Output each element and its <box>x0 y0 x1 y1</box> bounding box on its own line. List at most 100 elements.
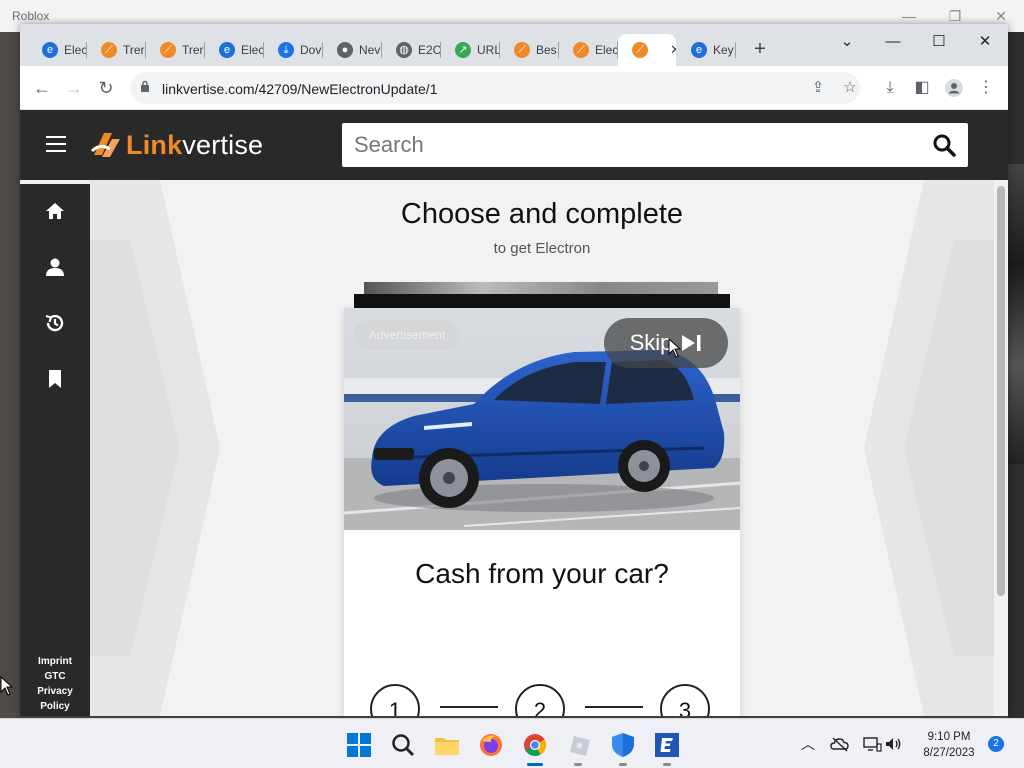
site-header: Link vertise <box>20 110 1008 180</box>
browser-tab[interactable]: ◍ E2C <box>382 34 441 66</box>
minimize-button[interactable]: — <box>870 28 916 56</box>
electron-icon: e <box>219 42 235 58</box>
address-url[interactable]: linkvertise.com/42709/NewElectronUpdate/… <box>162 81 437 97</box>
chrome-icon[interactable] <box>522 732 548 758</box>
browser-tab[interactable]: ⟋ Trer <box>146 34 205 66</box>
tab-search-icon[interactable]: ⌄ <box>824 28 870 56</box>
browser-tab[interactable]: e Elec <box>28 34 87 66</box>
tab-separator <box>735 42 736 58</box>
step-connector <box>585 706 643 708</box>
share-icon[interactable]: ⇪ <box>808 78 828 98</box>
skip-next-icon <box>682 335 701 351</box>
new-tab-button[interactable]: + <box>748 38 772 62</box>
browser-tab[interactable]: ⟋ Elec <box>559 34 618 66</box>
imprint-link[interactable]: Imprint <box>20 654 90 669</box>
gtc-link[interactable]: GTC <box>20 669 90 684</box>
browser-tab[interactable]: ↗ URL <box>441 34 500 66</box>
app-running-indicator <box>663 763 671 766</box>
notification-badge[interactable]: 2 <box>988 736 1004 752</box>
roblox-studio-icon[interactable] <box>566 732 592 758</box>
download-icon[interactable]: ⤓ <box>880 78 900 98</box>
reload-icon[interactable]: ↻ <box>94 76 118 100</box>
step-3[interactable]: 3 <box>660 684 710 716</box>
web-page: Link vertise Search Imprint GTC Privacy … <box>20 110 1008 716</box>
browser-tab[interactable]: ⟋ ✕ <box>618 34 676 66</box>
volume-icon[interactable] <box>884 735 904 753</box>
search-icon[interactable] <box>932 133 956 157</box>
step-connector <box>440 706 498 708</box>
skip-button[interactable]: Skip <box>604 318 728 368</box>
search-icon[interactable] <box>390 732 416 758</box>
step-2[interactable]: 2 <box>515 684 565 716</box>
windows-security-icon[interactable] <box>610 732 636 758</box>
hamburger-menu-icon[interactable] <box>46 136 66 152</box>
network-icon[interactable] <box>862 735 882 753</box>
close-window-button[interactable]: ✕ <box>962 28 1008 56</box>
bookmark-icon[interactable] <box>44 368 66 390</box>
background-game-view <box>1008 32 1024 718</box>
tab-title: Key <box>713 43 734 57</box>
windows-start-icon[interactable] <box>346 732 372 758</box>
browser-tab[interactable]: ⤓ Dov <box>264 34 323 66</box>
linkvertise-logo-icon <box>90 133 120 157</box>
firefox-icon[interactable] <box>478 732 504 758</box>
chrome-active-indicator <box>527 763 543 766</box>
address-bar[interactable]: linkvertise.com/42709/NewElectronUpdate/… <box>130 72 860 104</box>
privacy-link[interactable]: Privacy <box>20 684 90 699</box>
scrollbar-thumb[interactable] <box>997 186 1005 596</box>
linkvertise-logo[interactable]: Link vertise <box>90 128 263 162</box>
browser-tab[interactable]: ⟋ Trer <box>87 34 146 66</box>
site-search <box>342 123 968 167</box>
linkvertise-icon: ⟋ <box>632 42 648 58</box>
side-panel-icon[interactable]: ◧ <box>912 78 932 98</box>
download-icon: ⤓ <box>278 42 294 58</box>
system-clock[interactable]: 9:10 PM 8/27/2023 <box>914 729 984 761</box>
browser-tab[interactable]: e Elec <box>205 34 264 66</box>
maximize-button[interactable]: ☐ <box>916 28 962 56</box>
stacked-card-middle <box>354 294 730 308</box>
chevron-up-icon[interactable]: ︿ <box>798 735 818 753</box>
profile-icon[interactable] <box>944 78 964 98</box>
app-running-indicator <box>619 763 627 766</box>
bookmark-star-icon[interactable]: ☆ <box>840 78 860 98</box>
tab-title: Trer <box>123 43 145 57</box>
tab-title: E2C <box>418 43 441 57</box>
browser-tab[interactable]: ● Nev <box>323 34 382 66</box>
search-input[interactable] <box>354 131 914 159</box>
user-icon[interactable] <box>44 256 66 278</box>
browser-toolbar: ← → ↻ linkvertise.com/42709/NewElectronU… <box>20 66 1008 110</box>
tab-title: URL <box>477 43 500 57</box>
onedrive-offline-icon[interactable] <box>830 735 850 753</box>
windows-taskbar: ︿ 9:10 PM 8/27/2023 2 <box>0 718 1024 768</box>
lock-icon[interactable] <box>140 80 150 92</box>
decorative-chevron-right <box>864 180 994 716</box>
electron-icon: e <box>42 42 58 58</box>
browser-tab[interactable]: e Key <box>677 34 736 66</box>
page-subtitle: to get Electron <box>493 240 591 257</box>
menu-kebab-icon[interactable]: ⋮ <box>976 78 996 98</box>
back-icon[interactable]: ← <box>30 76 54 100</box>
close-tab-icon[interactable]: ✕ <box>670 42 676 58</box>
history-icon[interactable] <box>44 312 66 334</box>
main-content: Choose and complete to get Electron Adve… <box>90 180 994 716</box>
browser-tab[interactable]: ⟋ Bes <box>500 34 559 66</box>
linkvertise-icon: ⟋ <box>514 42 530 58</box>
step-1[interactable]: 1 <box>370 684 420 716</box>
shield-icon: ● <box>337 42 353 58</box>
site-sidebar: Imprint GTC Privacy Policy <box>20 184 90 716</box>
file-explorer-icon[interactable] <box>434 732 460 758</box>
decorative-chevron-left <box>90 180 220 716</box>
tab-title: Nev <box>359 43 381 57</box>
page-scrollbar[interactable] <box>994 180 1008 716</box>
mouse-cursor-icon <box>668 338 682 358</box>
linkvertise-icon: ⟋ <box>573 42 589 58</box>
electron-executor-icon[interactable] <box>654 732 680 758</box>
logo-text-light: vertise <box>182 129 264 160</box>
forward-icon[interactable]: → <box>62 76 86 100</box>
home-icon[interactable] <box>44 200 66 222</box>
tab-title: Dov <box>300 43 322 57</box>
globe-icon: ◍ <box>396 42 412 58</box>
clock-time: 9:10 PM <box>927 731 971 743</box>
ad-card[interactable]: Advertisement Skip Cash from your car? 1… <box>344 308 740 716</box>
policy-link[interactable]: Policy <box>20 699 90 714</box>
